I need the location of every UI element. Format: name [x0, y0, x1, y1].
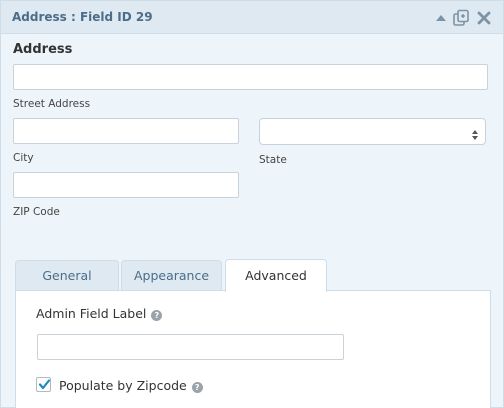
help-icon[interactable]: ? [191, 382, 203, 393]
duplicate-icon[interactable] [452, 9, 470, 27]
checkmark-icon [38, 379, 51, 390]
street-address-sublabel: Street Address [13, 98, 91, 110]
zip-code-input[interactable] [13, 172, 239, 198]
street-address-input[interactable] [13, 64, 488, 90]
field-header[interactable]: Address : Field ID 29 [1, 1, 503, 34]
state-sublabel: State [259, 154, 287, 166]
populate-by-zipcode-checkbox[interactable] [36, 377, 51, 392]
city-sublabel: City [13, 152, 34, 164]
select-arrows-icon [472, 126, 478, 140]
populate-by-zipcode-label: Populate by Zipcode? [59, 378, 203, 393]
populate-by-zipcode-text: Populate by Zipcode [59, 378, 187, 393]
field-label: Address [13, 42, 73, 57]
tab-general[interactable]: General [15, 260, 119, 290]
state-select[interactable] [259, 118, 486, 145]
field-editor-panel: Address : Field ID 29 Address Street Add… [0, 0, 504, 408]
delete-icon[interactable] [475, 9, 493, 27]
city-input[interactable] [13, 118, 239, 144]
collapse-icon[interactable] [432, 9, 450, 27]
tab-appearance[interactable]: Appearance [121, 260, 222, 290]
zip-code-sublabel: ZIP Code [13, 206, 60, 218]
help-icon[interactable]: ? [151, 310, 163, 321]
field-header-title: Address : Field ID 29 [12, 10, 153, 24]
admin-field-label-text: Admin Field Label [36, 306, 147, 321]
admin-field-label-input[interactable] [37, 334, 344, 360]
tab-advanced[interactable]: Advanced [225, 259, 327, 292]
admin-field-label-heading: Admin Field Label? [36, 306, 163, 321]
